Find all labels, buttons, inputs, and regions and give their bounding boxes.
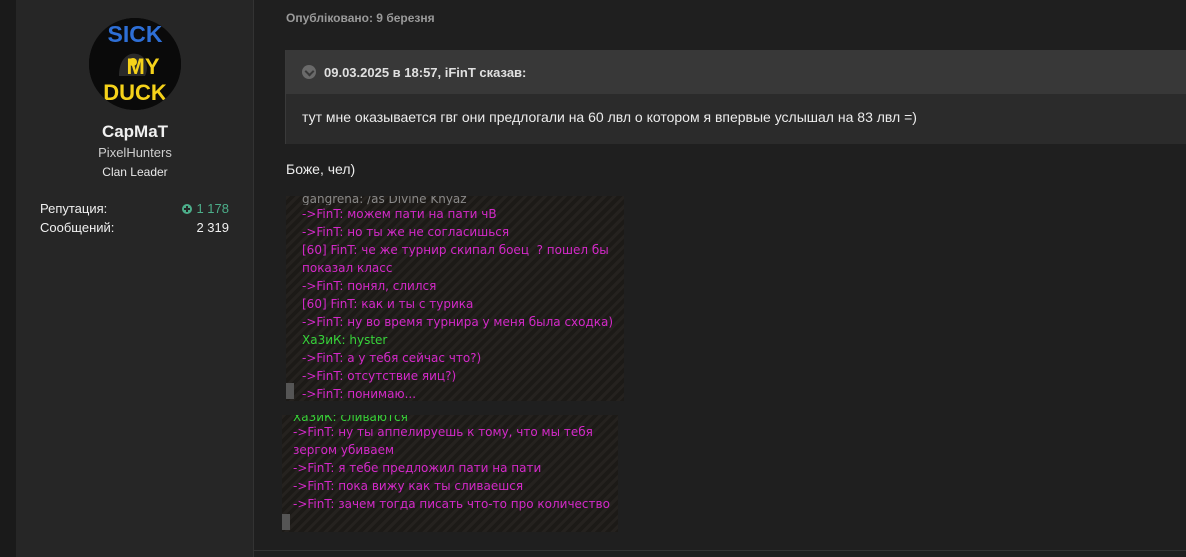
plus-circle-icon (182, 203, 193, 214)
chat-line: ->FinT: ну ты аппелируешь к тому, что мы… (293, 425, 597, 457)
author-panel: SICK MY DUCK CapMaT PixelHunters Clan Le… (16, 0, 254, 557)
chat-screenshot-1[interactable]: gangrena: /as Divine Knyaz ->FinT: можем… (286, 196, 624, 401)
reputation-value: 1 178 (196, 201, 229, 216)
scrollbar-handle (282, 514, 290, 530)
reputation-value-wrap: 1 178 (182, 201, 229, 216)
avatar[interactable]: SICK MY DUCK (89, 18, 181, 110)
chat-line: Ха3иК: сливаются (293, 415, 408, 423)
chat-screenshot-2[interactable]: Ха3иК: сливаются ->FinT: ну ты аппелируе… (282, 415, 618, 532)
reputation-row: Репутация: 1 178 (40, 201, 229, 216)
post-divider (254, 550, 1186, 551)
chat-line: ->FinT: а у тебя сейчас что?) (302, 351, 482, 365)
messages-label: Сообщений: (40, 220, 115, 235)
scrollbar-handle (286, 383, 294, 399)
avatar-text-line-2: MY (127, 54, 160, 79)
post-content: Опубліковано: 9 березня 09.03.2025 в 18:… (254, 0, 1186, 557)
avatar-text-line-1: SICK (108, 21, 163, 47)
messages-row: Сообщений: 2 319 (40, 220, 229, 235)
member-rank: Clan Leader (102, 165, 168, 179)
chat-line: [60] FinT: как и ты с турика (302, 297, 474, 311)
quote-text: тут мне оказывается гвг они предлогали н… (302, 109, 917, 125)
chat-line: ->FinT: пока вижу как ты сливаешся (293, 479, 524, 493)
quote-block: 09.03.2025 в 18:57, iFinT сказав: тут мн… (285, 50, 1186, 144)
post-date[interactable]: Опубліковано: 9 березня (286, 11, 435, 25)
chat-line: ->FinT: можем пати на пати чВ (302, 207, 497, 221)
chat-line: ->FinT: понимаю... (302, 387, 417, 401)
chat-line: gangrena: /as Divine Knyaz (302, 196, 467, 205)
clan-name: PixelHunters (98, 145, 172, 160)
chat-line: ->FinT: отсутствие яиц?) (302, 369, 457, 383)
chat-line: [60] FinT: че же турнир скипал боец ? по… (302, 243, 613, 275)
username[interactable]: CapMaT (16, 122, 254, 142)
chat-line: Ха3иК: hyster (302, 333, 388, 347)
chat-line: ->FinT: я тебе предложил пати на пати (293, 461, 542, 475)
avatar-image: SICK MY DUCK (89, 18, 181, 110)
post-text: Боже, чел) (286, 161, 356, 177)
reputation-label: Репутация: (40, 201, 108, 216)
chevron-down-icon[interactable] (302, 65, 316, 79)
avatar-text-line-3: DUCK (103, 80, 167, 105)
chat-line: ->FinT: но ты же не согласишься (302, 225, 510, 239)
chat-line: ->FinT: понял, слился (302, 279, 437, 293)
left-gutter (0, 0, 16, 557)
chat-line: ->FinT: ну во время турнира у меня была … (302, 315, 614, 329)
quote-header[interactable]: 09.03.2025 в 18:57, iFinT сказав: (286, 50, 1186, 94)
messages-value: 2 319 (196, 220, 229, 235)
quote-author[interactable]: 09.03.2025 в 18:57, iFinT сказав: (324, 65, 526, 80)
chat-line: ->FinT: зачем тогда писать что-то про ко… (293, 497, 610, 511)
